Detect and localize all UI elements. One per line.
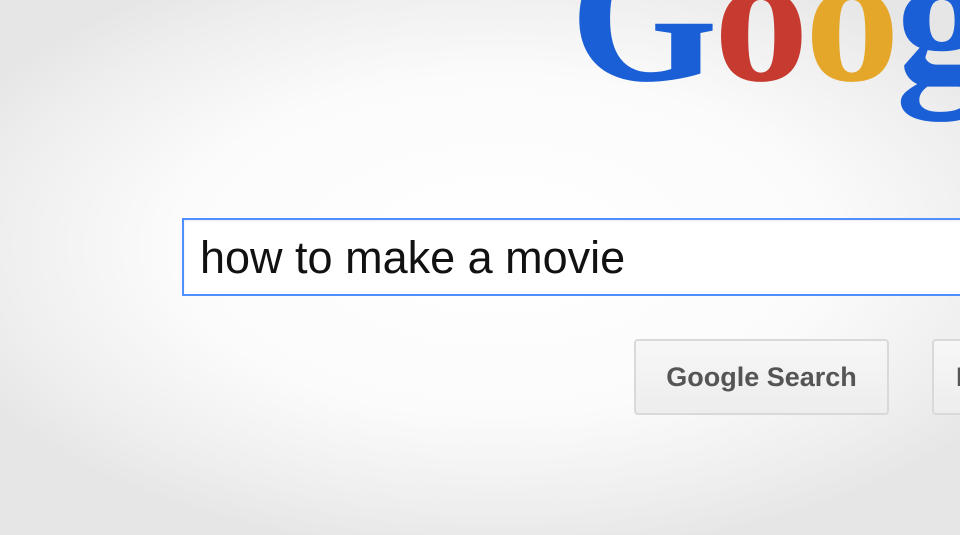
google-logo: Goog [570, 0, 960, 112]
logo-letter-o: o [713, 0, 809, 122]
feeling-lucky-button[interactable]: I [932, 339, 960, 415]
search-box[interactable] [182, 218, 960, 296]
page: Goog Google Search I [0, 0, 960, 535]
logo-letter-g: g [895, 0, 960, 122]
google-search-button[interactable]: Google Search [634, 339, 889, 415]
logo-letter-g: G [570, 0, 718, 122]
search-input[interactable] [200, 230, 960, 286]
logo-letter-o: o [804, 0, 900, 122]
